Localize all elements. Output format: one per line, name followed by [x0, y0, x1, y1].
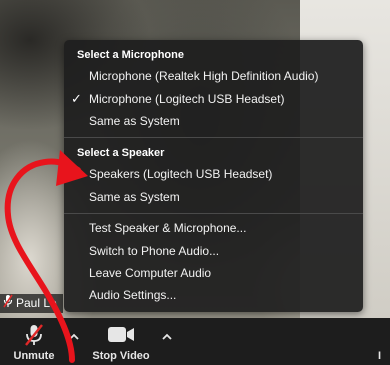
- menu-item-microphone-realtek[interactable]: Microphone (Realtek High Definition Audi…: [64, 65, 363, 87]
- mic-muted-icon: [6, 323, 62, 350]
- chevron-up-icon: [67, 331, 81, 348]
- video-options-caret[interactable]: [160, 330, 174, 344]
- menu-item-microphone-logitech[interactable]: ✓ Microphone (Logitech USB Headset): [64, 88, 363, 110]
- menu-divider: [64, 213, 363, 214]
- menu-item-label: Leave Computer Audio: [89, 266, 212, 280]
- checkmark-icon: ✓: [71, 166, 82, 181]
- menu-item-label: Switch to Phone Audio...: [89, 244, 220, 258]
- menu-item-microphone-same-as-system[interactable]: Same as System: [64, 110, 363, 132]
- speaker-section-header: Select a Speaker: [77, 147, 165, 159]
- chevron-up-icon: [160, 331, 174, 348]
- light-fixture: [325, 8, 365, 44]
- stop-video-button[interactable]: Stop Video: [88, 318, 154, 365]
- menu-item-label: Audio Settings...: [89, 288, 177, 302]
- menu-divider: [64, 137, 363, 138]
- microphone-section-header: Select a Microphone: [77, 49, 184, 61]
- menu-item-label: Test Speaker & Microphone...: [89, 221, 247, 235]
- participant-name-tag: Paul Le: [0, 294, 63, 313]
- mic-muted-icon: [3, 294, 13, 314]
- stop-video-label: Stop Video: [92, 350, 150, 362]
- menu-item-audio-settings[interactable]: Audio Settings...: [64, 284, 363, 306]
- menu-item-switch-to-phone-audio[interactable]: Switch to Phone Audio...: [64, 240, 363, 262]
- toolbar-overflow-button[interactable]: I: [378, 318, 390, 365]
- menu-item-speaker-same-as-system[interactable]: Same as System: [64, 186, 363, 208]
- video-camera-icon: [88, 323, 154, 350]
- menu-item-label: Same as System: [89, 190, 180, 204]
- unmute-button[interactable]: Unmute: [6, 318, 62, 365]
- menu-item-test-speaker-microphone[interactable]: Test Speaker & Microphone...: [64, 217, 363, 239]
- unmute-label: Unmute: [13, 350, 55, 362]
- participant-name: Paul Le: [16, 296, 57, 310]
- checkmark-icon: ✓: [71, 91, 82, 106]
- audio-options-caret[interactable]: [67, 330, 81, 344]
- menu-item-label: Same as System: [89, 114, 180, 128]
- menu-item-leave-computer-audio[interactable]: Leave Computer Audio: [64, 262, 363, 284]
- menu-item-speaker-logitech[interactable]: ✓ Speakers (Logitech USB Headset): [64, 163, 363, 185]
- overflow-label: I: [378, 350, 382, 362]
- meeting-toolbar: Unmute Stop Video I: [0, 318, 390, 365]
- menu-item-label: Microphone (Realtek High Definition Audi…: [89, 69, 319, 83]
- audio-options-menu: Select a Microphone Microphone (Realtek …: [64, 40, 363, 312]
- menu-item-label: Microphone (Logitech USB Headset): [89, 92, 285, 106]
- menu-item-label: Speakers (Logitech USB Headset): [89, 167, 273, 181]
